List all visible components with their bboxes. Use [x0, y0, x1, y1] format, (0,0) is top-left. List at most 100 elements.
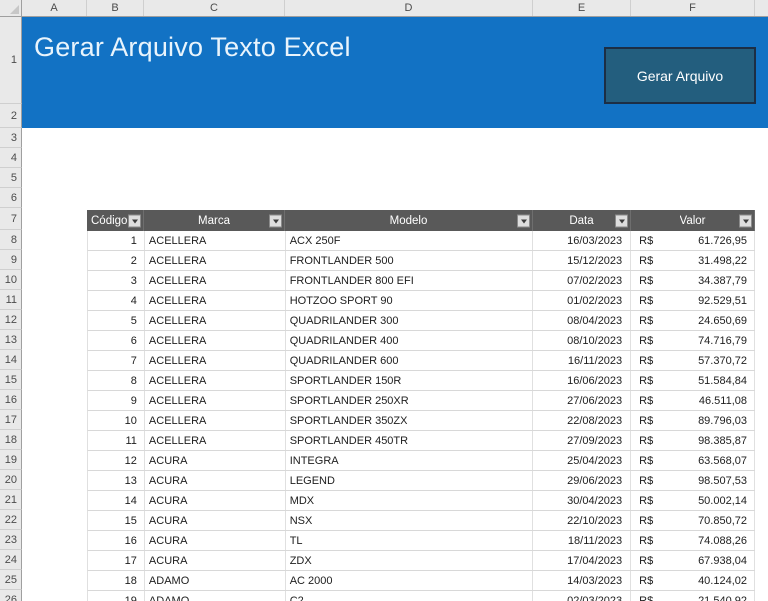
marca-cell[interactable]: ACELLERA: [145, 271, 286, 290]
marca-cell[interactable]: ACELLERA: [145, 371, 286, 390]
column-header-e[interactable]: E: [533, 0, 631, 16]
data-cell[interactable]: 07/02/2023: [533, 271, 632, 290]
data-cell[interactable]: 14/03/2023: [533, 571, 632, 590]
column-header-f[interactable]: F: [631, 0, 755, 16]
column-header-a[interactable]: A: [22, 0, 87, 16]
column-header-b[interactable]: B: [87, 0, 144, 16]
marca-cell[interactable]: ACURA: [145, 551, 286, 570]
data-cell[interactable]: 16/11/2023: [533, 351, 632, 370]
valor-cell[interactable]: R$ 98.507,53: [631, 471, 755, 490]
marca-cell[interactable]: ACURA: [145, 471, 286, 490]
modelo-cell[interactable]: SPORTLANDER 450TR: [286, 431, 534, 450]
marca-cell[interactable]: ACELLERA: [145, 351, 286, 370]
select-all-corner[interactable]: [0, 0, 22, 16]
modelo-cell[interactable]: LEGEND: [286, 471, 534, 490]
row-header-17[interactable]: 17: [0, 410, 22, 430]
marca-cell[interactable]: ACELLERA: [145, 291, 286, 310]
valor-cell[interactable]: R$ 34.387,79: [631, 271, 755, 290]
marca-cell[interactable]: ACELLERA: [145, 251, 286, 270]
modelo-cell[interactable]: AC 2000: [286, 571, 534, 590]
row-header-18[interactable]: 18: [0, 430, 22, 450]
valor-cell[interactable]: R$ 46.511,08: [631, 391, 755, 410]
row-header-10[interactable]: 10: [0, 270, 22, 290]
row-header-19[interactable]: 19: [0, 450, 22, 470]
row-header-2[interactable]: 2: [0, 104, 22, 128]
filter-dropdown-icon[interactable]: [269, 214, 282, 227]
row-header-12[interactable]: 12: [0, 310, 22, 330]
marca-cell[interactable]: ADAMO: [145, 591, 286, 601]
codigo-cell[interactable]: 15: [88, 511, 145, 530]
codigo-cell[interactable]: 12: [88, 451, 145, 470]
marca-cell[interactable]: ACURA: [145, 491, 286, 510]
modelo-cell[interactable]: MDX: [286, 491, 534, 510]
codigo-cell[interactable]: 16: [88, 531, 145, 550]
row-header-6[interactable]: 6: [0, 188, 22, 208]
row-header-16[interactable]: 16: [0, 390, 22, 410]
data-cell[interactable]: 17/04/2023: [533, 551, 632, 570]
row-header-25[interactable]: 25: [0, 570, 22, 590]
modelo-cell[interactable]: QUADRILANDER 400: [286, 331, 534, 350]
modelo-cell[interactable]: FRONTLANDER 500: [286, 251, 534, 270]
row-header-8[interactable]: 8: [0, 230, 22, 250]
row-header-1[interactable]: 1: [0, 17, 22, 104]
valor-cell[interactable]: R$ 31.498,22: [631, 251, 755, 270]
data-cell[interactable]: 16/03/2023: [533, 231, 632, 250]
data-cell[interactable]: 15/12/2023: [533, 251, 632, 270]
column-header-c[interactable]: C: [144, 0, 285, 16]
codigo-cell[interactable]: 8: [88, 371, 145, 390]
valor-cell[interactable]: R$ 92.529,51: [631, 291, 755, 310]
codigo-cell[interactable]: 5: [88, 311, 145, 330]
codigo-cell[interactable]: 6: [88, 331, 145, 350]
modelo-cell[interactable]: QUADRILANDER 300: [286, 311, 534, 330]
codigo-cell[interactable]: 11: [88, 431, 145, 450]
modelo-cell[interactable]: SPORTLANDER 150R: [286, 371, 534, 390]
row-header-13[interactable]: 13: [0, 330, 22, 350]
data-cell[interactable]: 25/04/2023: [533, 451, 632, 470]
data-cell[interactable]: 08/10/2023: [533, 331, 632, 350]
modelo-cell[interactable]: SPORTLANDER 350ZX: [286, 411, 534, 430]
data-cell[interactable]: 27/06/2023: [533, 391, 632, 410]
row-header-5[interactable]: 5: [0, 168, 22, 188]
marca-cell[interactable]: ACELLERA: [145, 431, 286, 450]
row-header-21[interactable]: 21: [0, 490, 22, 510]
valor-cell[interactable]: R$ 89.796,03: [631, 411, 755, 430]
modelo-cell[interactable]: QUADRILANDER 600: [286, 351, 534, 370]
codigo-cell[interactable]: 7: [88, 351, 145, 370]
codigo-cell[interactable]: 4: [88, 291, 145, 310]
filter-dropdown-icon[interactable]: [128, 214, 141, 227]
valor-cell[interactable]: R$ 63.568,07: [631, 451, 755, 470]
codigo-cell[interactable]: 2: [88, 251, 145, 270]
modelo-cell[interactable]: NSX: [286, 511, 534, 530]
gerar-arquivo-button[interactable]: Gerar Arquivo: [604, 47, 756, 104]
valor-cell[interactable]: R$ 50.002,14: [631, 491, 755, 510]
data-cell[interactable]: 22/10/2023: [533, 511, 632, 530]
row-header-22[interactable]: 22: [0, 510, 22, 530]
modelo-cell[interactable]: INTEGRA: [286, 451, 534, 470]
row-header-4[interactable]: 4: [0, 148, 22, 168]
marca-cell[interactable]: ACELLERA: [145, 331, 286, 350]
row-header-26[interactable]: 26: [0, 590, 22, 601]
filter-dropdown-icon[interactable]: [517, 214, 530, 227]
marca-cell[interactable]: ACELLERA: [145, 311, 286, 330]
data-cell[interactable]: 16/06/2023: [533, 371, 632, 390]
data-cell[interactable]: 22/08/2023: [533, 411, 632, 430]
valor-cell[interactable]: R$ 70.850,72: [631, 511, 755, 530]
row-header-3[interactable]: 3: [0, 128, 22, 148]
codigo-cell[interactable]: 13: [88, 471, 145, 490]
valor-cell[interactable]: R$ 51.584,84: [631, 371, 755, 390]
codigo-cell[interactable]: 10: [88, 411, 145, 430]
data-cell[interactable]: 18/11/2023: [533, 531, 632, 550]
valor-cell[interactable]: R$ 21.540,92: [631, 591, 755, 601]
row-header-24[interactable]: 24: [0, 550, 22, 570]
modelo-cell[interactable]: FRONTLANDER 800 EFI: [286, 271, 534, 290]
marca-cell[interactable]: ACURA: [145, 511, 286, 530]
row-header-23[interactable]: 23: [0, 530, 22, 550]
row-header-7[interactable]: 7: [0, 208, 22, 230]
valor-cell[interactable]: R$ 40.124,02: [631, 571, 755, 590]
data-cell[interactable]: 27/09/2023: [533, 431, 632, 450]
valor-cell[interactable]: R$ 98.385,87: [631, 431, 755, 450]
data-cell[interactable]: 01/02/2023: [533, 291, 632, 310]
marca-cell[interactable]: ACELLERA: [145, 391, 286, 410]
row-header-14[interactable]: 14: [0, 350, 22, 370]
row-header-15[interactable]: 15: [0, 370, 22, 390]
